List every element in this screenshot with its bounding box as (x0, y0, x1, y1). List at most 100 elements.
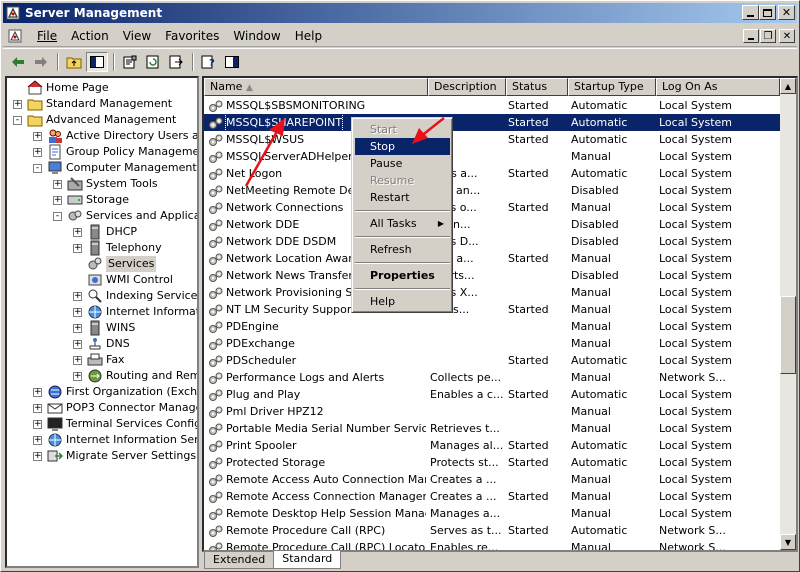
column-header-startup-type[interactable]: Startup Type (568, 78, 656, 96)
service-row[interactable]: Network DDEdes n...DisabledLocal System (204, 216, 780, 233)
tree-item-services[interactable]: Services (87, 256, 157, 272)
service-row[interactable]: Portable Media Serial Number Service Retr… (204, 420, 780, 437)
tree-item-services-and-applicatio[interactable]: Services and Applicatio (67, 208, 197, 224)
column-header-status[interactable]: Status (506, 78, 568, 96)
menu-action[interactable]: Action (64, 27, 116, 45)
service-row[interactable]: MSSQL$WSUS Started Automatic Local System (204, 131, 780, 148)
close-button[interactable]: ✕ (778, 5, 795, 20)
services-list[interactable]: Name ▲ Description Status Startup Type L… (202, 76, 798, 552)
tree-item-first-organization-exchan[interactable]: First Organization (Exchan (47, 384, 197, 400)
tree-item-wmi-control[interactable]: WMI Control (87, 272, 173, 288)
service-row[interactable]: Pml Driver HPZ12 Manual Local System (204, 403, 780, 420)
service-row[interactable]: Net Logon tains a... Started Automatic Local… (204, 165, 780, 182)
tree-item-telephony[interactable]: Telephony (87, 240, 162, 256)
menu-favorites[interactable]: Favorites (158, 27, 226, 45)
expand-icon[interactable]: + (73, 340, 82, 349)
tree-item-active-directory-users-and[interactable]: Active Directory Users and (47, 128, 197, 144)
tree-item-system-tools[interactable]: System Tools (67, 176, 158, 192)
expand-icon[interactable]: + (33, 388, 42, 397)
menu-view[interactable]: View (116, 27, 158, 45)
collapse-icon[interactable]: - (53, 212, 62, 221)
tree-item-migrate-server-settings[interactable]: Migrate Server Settings (47, 448, 196, 464)
tree-item-internet-information-servic[interactable]: Internet Information Servic (47, 432, 197, 448)
maximize-button[interactable] (759, 5, 776, 20)
tree-item-fax[interactable]: Fax (87, 352, 125, 368)
service-row[interactable]: Network News Transfer Prsports...Disable… (204, 267, 780, 284)
service-row[interactable]: NT LM Security Support Prdes s...Started… (204, 301, 780, 318)
forward-button[interactable] (30, 52, 52, 72)
tree-item-dhcp[interactable]: DHCP (87, 224, 137, 240)
mdi-restore-button[interactable]: ❐ (760, 29, 776, 43)
scroll-down-button[interactable]: ▼ (780, 534, 796, 550)
help-button[interactable]: ? (198, 52, 220, 72)
service-row[interactable]: Remote Access Connection Manager Creates … (204, 488, 780, 505)
service-row[interactable]: Protected Storage Protects st... Started Au… (204, 454, 780, 471)
service-row[interactable]: PDExchange Manual Local System (204, 335, 780, 352)
context-item-help[interactable]: Help (355, 293, 450, 310)
expand-icon[interactable]: + (53, 196, 62, 205)
tree-item-computer-management-lo[interactable]: Computer Management (Lo (47, 160, 197, 176)
expand-icon[interactable]: + (73, 308, 82, 317)
tree-item-group-policy-management[interactable]: Group Policy Management (47, 144, 197, 160)
show-hide-tree-button[interactable] (86, 51, 108, 72)
tab-standard[interactable]: Standard (273, 551, 342, 569)
up-one-level-button[interactable] (63, 52, 85, 72)
tab-extended[interactable]: Extended (204, 552, 275, 569)
collapse-icon[interactable]: - (13, 116, 22, 125)
minimize-button[interactable] (742, 5, 759, 20)
service-row[interactable]: MSSQL$SBSMONITORING Started Automatic Local… (204, 97, 780, 114)
service-row[interactable]: PDScheduler Started Automatic Local System (204, 352, 780, 369)
expand-icon[interactable]: + (33, 420, 42, 429)
show-hide-action-pane-button[interactable] (221, 52, 243, 72)
column-header-description[interactable]: Description (428, 78, 506, 96)
expand-icon[interactable]: + (53, 180, 62, 189)
service-row[interactable]: MSSQLServerADHelper Manual Local System (204, 148, 780, 165)
expand-icon[interactable]: + (73, 356, 82, 365)
service-row[interactable]: Network Connections ages o... Started Manua… (204, 199, 780, 216)
tree-item-wins[interactable]: WINS (87, 320, 135, 336)
menu-help[interactable]: Help (288, 27, 329, 45)
expand-icon[interactable]: + (73, 372, 82, 381)
scroll-thumb[interactable] (780, 296, 796, 374)
service-row[interactable]: Plug and Play Enables a c... Started Automa… (204, 386, 780, 403)
service-row[interactable]: Performance Logs and Alerts Collects pe..… (204, 369, 780, 386)
tree-item-dns[interactable]: DNS (87, 336, 130, 352)
expand-icon[interactable]: + (73, 324, 82, 333)
menu-file[interactable]: File (30, 27, 64, 45)
tree-item-advanced-management[interactable]: Advanced Management (27, 112, 176, 128)
expand-icon[interactable]: + (33, 132, 42, 141)
vertical-scrollbar[interactable]: ▲ ▼ (780, 78, 796, 550)
properties-button[interactable] (119, 52, 141, 72)
context-item-properties[interactable]: Properties (355, 267, 450, 284)
service-row[interactable]: Network Location Awareneects a...Started… (204, 250, 780, 267)
tree-item-terminal-services-configur[interactable]: Terminal Services Configur (47, 416, 197, 432)
service-row[interactable]: NetMeeting Remote Deskt bles an... Disable… (204, 182, 780, 199)
column-header-log-on-as[interactable]: Log On As (656, 78, 780, 96)
service-row[interactable]: Network Provisioning Serv ages X... Manual… (204, 284, 780, 301)
expand-icon[interactable]: + (73, 228, 82, 237)
tree-item-internet-informatic[interactable]: Internet Informatic (87, 304, 197, 320)
tree-item-storage[interactable]: Storage (67, 192, 129, 208)
expand-icon[interactable]: + (73, 244, 82, 253)
service-row[interactable]: Remote Procedure Call (RPC) Serves as t..… (204, 522, 780, 539)
service-row[interactable]: Network DDE DSDM ages D... Disabled Local S… (204, 233, 780, 250)
export-list-button[interactable] (165, 52, 187, 72)
tree-item-standard-management[interactable]: Standard Management (27, 96, 172, 112)
service-row[interactable]: PDEngine Manual Local System (204, 318, 780, 335)
expand-icon[interactable]: + (73, 292, 82, 301)
context-item-pause[interactable]: Pause (355, 155, 450, 172)
expand-icon[interactable]: + (33, 404, 42, 413)
service-row[interactable]: Remote Desktop Help Session Manager Manag… (204, 505, 780, 522)
console-tree[interactable]: Home Page + Standard Management - Advanced M… (5, 76, 199, 568)
refresh-button[interactable] (142, 52, 164, 72)
service-row[interactable]: MSSQL$SHAREPOINT Started Automatic Local Sy… (204, 114, 780, 131)
service-row[interactable]: Print Spooler Manages al... Started Automat… (204, 437, 780, 454)
service-row[interactable]: Remote Access Auto Connection Mana... Cre… (204, 471, 780, 488)
column-header-name[interactable]: Name ▲ (204, 78, 428, 96)
tree-item-indexing-service[interactable]: Indexing Service (87, 288, 197, 304)
back-button[interactable] (7, 52, 29, 72)
context-item-refresh[interactable]: Refresh (355, 241, 450, 258)
expand-icon[interactable]: + (33, 452, 42, 461)
expand-icon[interactable]: + (33, 436, 42, 445)
document-icon[interactable] (6, 27, 24, 45)
